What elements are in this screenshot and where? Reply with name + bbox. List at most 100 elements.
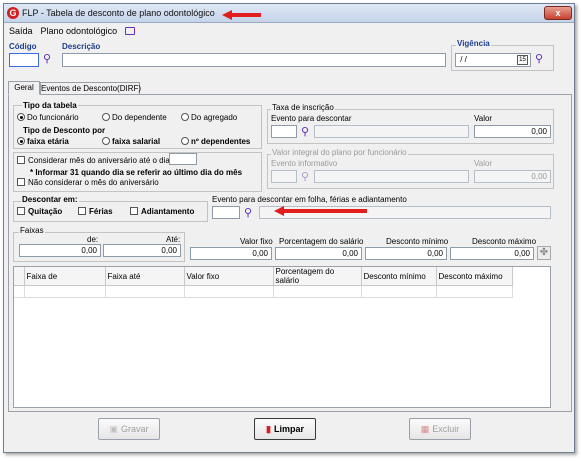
check-ferias[interactable]: Férias — [78, 207, 113, 216]
table-cell[interactable] — [184, 285, 274, 298]
radio-do-agregado[interactable]: Do agregado — [181, 113, 237, 122]
faixa-ate-input[interactable]: 0,00 — [103, 244, 181, 257]
evento-folha-search-icon[interactable]: ⚲ — [244, 208, 252, 219]
valor-integral-evento-input[interactable] — [271, 170, 297, 183]
grid-col-faixa-ate[interactable]: Faixa até — [105, 267, 185, 286]
grid-indicator-header — [14, 267, 25, 286]
taxa-valor-label: Valor — [474, 114, 493, 123]
codigo-input[interactable] — [9, 53, 39, 67]
calendar-icon[interactable]: 15 — [517, 55, 528, 65]
faixa-de-label: de: — [87, 235, 99, 244]
table-cell[interactable] — [361, 285, 437, 298]
table-cell[interactable] — [24, 285, 106, 298]
check-nao-considerar[interactable]: Não considerar o mês do aniversário — [17, 178, 159, 187]
valor-integral-search-icon[interactable]: ⚲ — [301, 172, 309, 183]
porcentagem-input[interactable]: 0,00 — [275, 247, 362, 260]
taxa-valor-input[interactable]: 0,00 — [474, 125, 551, 138]
taxa-title: Taxa de inscrição — [271, 103, 335, 112]
menu-item-plano[interactable]: Plano odontológico — [41, 26, 118, 36]
menu-item-saida[interactable]: Saída — [9, 26, 33, 36]
valor-integral-evento-label: Evento informativo — [271, 159, 338, 168]
radio-dependente-dot[interactable] — [102, 113, 110, 121]
disk-icon: ▣ — [109, 424, 118, 434]
codigo-search-icon[interactable]: ⚲ — [43, 54, 51, 65]
monitor-icon[interactable] — [125, 27, 136, 35]
descontar-title: Descontar em: — [21, 195, 79, 204]
table-row[interactable] — [14, 285, 513, 298]
eraser-icon: ▮ — [266, 424, 271, 434]
radio-etaria-dot[interactable] — [17, 137, 25, 145]
valor-integral-valor-label: Valor — [474, 159, 493, 168]
evento-folha-input[interactable] — [212, 206, 240, 219]
check-ferias-box[interactable] — [78, 207, 86, 215]
tipo-tabela-title: Tipo da tabela — [22, 101, 78, 110]
check-adiantamento-label: Adiantamento — [141, 207, 195, 216]
valor-integral-valor-input[interactable]: 0,00 — [474, 170, 551, 183]
check-considerar-aniversario[interactable]: Considerar mês do aniversário até o dia — [17, 156, 170, 165]
tipo-desconto-title: Tipo de Desconto por — [22, 126, 107, 135]
close-button[interactable]: x — [544, 6, 572, 20]
taxa-evento-descricao — [314, 125, 469, 138]
grid-col-porcentagem[interactable]: Porcentagem do salário — [273, 267, 362, 286]
desconto-minimo-input[interactable]: 0,00 — [365, 247, 447, 260]
faixas-grid: Faixa de Faixa até Valor fixo Porcentage… — [13, 266, 551, 408]
table-cell[interactable] — [105, 285, 185, 298]
vigencia-search-icon[interactable]: ⚲ — [535, 54, 543, 65]
check-ferias-label: Férias — [89, 207, 113, 216]
codigo-label: Código — [9, 42, 37, 51]
excluir-button[interactable]: ▦ Excluir — [409, 418, 471, 440]
taxa-evento-input[interactable] — [271, 125, 297, 138]
grid-col-desconto-maximo[interactable]: Desconto máximo — [436, 267, 513, 286]
radio-agregado-dot[interactable] — [181, 113, 189, 121]
radio-salarial-dot[interactable] — [102, 137, 110, 145]
radio-do-dependente[interactable]: Do dependente — [102, 113, 167, 122]
gravar-button[interactable]: ▣ Gravar — [98, 418, 160, 440]
tab-geral[interactable]: Geral — [8, 81, 40, 95]
radio-funcionario-dot[interactable] — [17, 113, 25, 121]
taxa-search-icon[interactable]: ⚲ — [301, 127, 309, 138]
grid-col-valor-fixo[interactable]: Valor fixo — [184, 267, 274, 286]
grid-col-desconto-minimo[interactable]: Desconto mínimo — [361, 267, 437, 286]
radio-etaria-label: faixa etária — [27, 137, 69, 146]
menu-bar: Saída Plano odontológico — [9, 26, 143, 36]
limpar-label: Limpar — [273, 424, 304, 434]
radio-faixa-etaria[interactable]: faixa etária — [17, 137, 69, 146]
valor-fixo-label: Valor fixo — [240, 237, 273, 246]
radio-dependentes-dot[interactable] — [181, 137, 189, 145]
taxa-evento-label: Evento para descontar — [271, 114, 352, 123]
faixas-title: Faixas — [19, 226, 45, 235]
check-considerar-box[interactable] — [17, 156, 25, 164]
check-adiantamento[interactable]: Adiantamento — [130, 207, 194, 216]
table-cell[interactable] — [436, 285, 513, 298]
grid-col-faixa-de[interactable]: Faixa de — [24, 267, 106, 286]
gravar-label: Gravar — [121, 424, 149, 434]
table-cell[interactable] — [273, 285, 362, 298]
row-indicator — [14, 285, 25, 298]
check-quitacao-box[interactable] — [17, 207, 25, 215]
radio-dependente-label: Do dependente — [112, 113, 167, 122]
add-faixa-button[interactable]: ✤ — [537, 246, 551, 260]
valor-integral-descricao — [314, 170, 469, 183]
check-nao-considerar-label: Não considerar o mês do aniversário — [28, 178, 159, 187]
check-nao-considerar-box[interactable] — [17, 178, 25, 186]
descricao-input[interactable] — [62, 53, 446, 67]
valor-fixo-input[interactable]: 0,00 — [190, 247, 272, 260]
limpar-button[interactable]: ▮ Limpar — [254, 418, 316, 440]
tab-eventos-dirf[interactable]: Eventos de Desconto(DIRF) — [40, 82, 141, 94]
arrow-shaft — [283, 209, 367, 213]
faixa-de-input[interactable]: 0,00 — [19, 244, 101, 257]
radio-do-funcionario[interactable]: Do funcionário — [17, 113, 79, 122]
evento-folha-label: Evento para descontar em folha, férias e… — [212, 195, 407, 204]
check-adiantamento-box[interactable] — [130, 207, 138, 215]
grid-header-row: Faixa de Faixa até Valor fixo Porcentage… — [14, 267, 513, 286]
desconto-maximo-input[interactable]: 0,00 — [450, 247, 534, 260]
check-quitacao[interactable]: Quitação — [17, 207, 62, 216]
vigencia-label: Vigência — [456, 39, 491, 48]
window-title: FLP - Tabela de desconto de plano odonto… — [22, 8, 215, 18]
radio-faixa-salarial[interactable]: faixa salarial — [102, 137, 160, 146]
excluir-label: Excluir — [432, 424, 460, 434]
radio-dependentes[interactable]: nº dependentes — [181, 137, 250, 146]
aniversario-dia-input[interactable] — [169, 153, 197, 165]
arrow-shaft — [231, 13, 261, 17]
radio-agregado-label: Do agregado — [191, 113, 238, 122]
